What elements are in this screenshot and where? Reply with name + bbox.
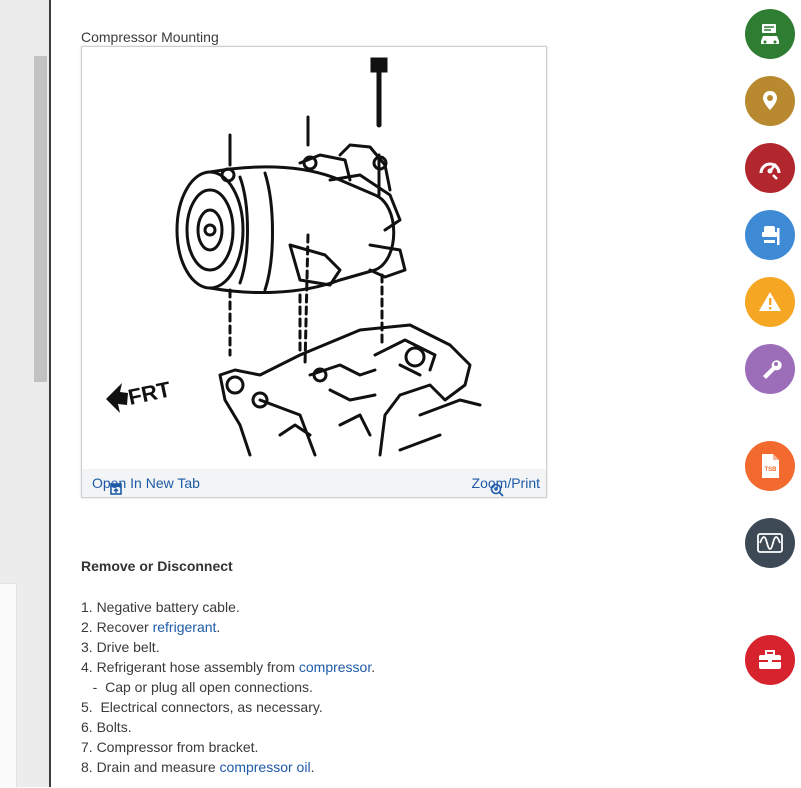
waveform-icon — [757, 533, 783, 553]
open-in-new-tab-label: Open In New Tab — [92, 475, 200, 491]
repair-button[interactable] — [745, 344, 795, 394]
list-item: 7. Compressor from bracket. — [81, 739, 259, 755]
panel-divider — [49, 0, 51, 787]
procedure-steps: 1. Negative battery cable. 2. Recover re… — [81, 597, 375, 777]
warnings-button[interactable] — [745, 277, 795, 327]
open-in-new-tab-link[interactable]: Open In New Tab — [92, 475, 200, 495]
section-heading: Remove or Disconnect — [81, 558, 233, 574]
front-direction-label: FRT — [126, 376, 174, 409]
tsb-button[interactable]: TSB — [745, 441, 795, 491]
list-item: 5. Electrical connectors, as necessary. — [81, 699, 323, 715]
refrigerant-link[interactable]: refrigerant — [153, 619, 217, 635]
list-item: - Cap or plug all open connections. — [81, 679, 313, 695]
warning-icon — [759, 292, 781, 311]
figure-frame: FRT Open In New Tab Zoom/Print — [81, 46, 547, 498]
wrench-icon — [763, 360, 782, 379]
toolbox-icon — [759, 650, 781, 669]
list-item: 8. Drain and measure compressor oil. — [81, 759, 315, 775]
compressor-link[interactable]: compressor — [299, 659, 371, 675]
service-lift-button[interactable] — [745, 210, 795, 260]
car-list-icon — [761, 24, 779, 44]
list-item: 2. Recover refrigerant. — [81, 619, 221, 635]
figure-toolbar: Open In New Tab Zoom/Print — [82, 469, 546, 497]
scrollbar-thumb[interactable] — [34, 56, 47, 382]
list-item: 4. Refrigerant hose assembly from compre… — [81, 659, 376, 675]
diagnostics-button[interactable] — [745, 143, 795, 193]
zoom-in-icon — [490, 483, 504, 497]
figure-caption: Compressor Mounting — [81, 29, 219, 45]
compressor-mounting-diagram: FRT — [106, 57, 482, 457]
zoom-print-link[interactable]: Zoom/Print — [471, 475, 540, 497]
gauge-icon — [759, 162, 781, 180]
list-item: 1. Negative battery cable. — [81, 599, 240, 615]
svg-text:TSB: TSB — [765, 467, 778, 473]
map-pin-icon — [763, 91, 777, 110]
list-item: 3. Drive belt. — [81, 639, 160, 655]
zoom-print-label: Zoom/Print — [471, 475, 540, 491]
vehicle-lift-icon — [762, 226, 780, 245]
waveform-button[interactable] — [745, 518, 795, 568]
side-panel-card — [0, 583, 17, 788]
list-item: 6. Bolts. — [81, 719, 132, 735]
open-new-tab-icon — [110, 483, 122, 495]
location-button[interactable] — [745, 76, 795, 126]
vehicle-info-button[interactable] — [745, 9, 795, 59]
compressor-oil-link[interactable]: compressor oil — [220, 759, 311, 775]
toolbox-button[interactable] — [745, 635, 795, 685]
left-panel — [0, 0, 49, 788]
tsb-document-icon: TSB — [762, 454, 779, 478]
